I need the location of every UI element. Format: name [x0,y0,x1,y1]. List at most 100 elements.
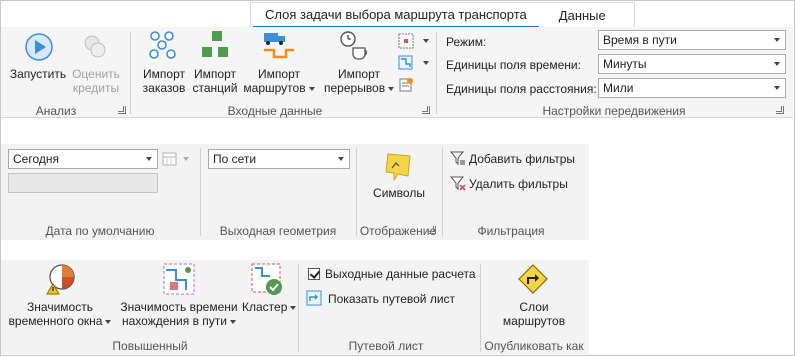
chevron-down-icon [183,157,189,161]
calendar-button[interactable] [162,150,192,168]
import-breaks-button[interactable]: Импорт перерывов [324,30,395,96]
breaks-clock-icon [340,31,367,60]
cluster-button[interactable]: Кластер [242,262,297,328]
time-window-label-1: Значимость [27,300,93,314]
travel-time-label-1: Значимость времени [120,300,238,314]
import-breaks-label-1: Импорт [338,67,380,81]
add-filter-icon [450,151,465,166]
group-label-output-geometry: Выходная геометрия [219,224,337,238]
estimate-credits-button[interactable]: Оценить кредиты [70,32,122,96]
distance-units-select[interactable]: Мили [598,78,786,98]
symbols-button[interactable]: Символы [364,150,434,202]
tab-data[interactable]: Данные [547,2,618,28]
travel-time-icon [163,263,195,295]
chevron-down-icon [229,319,236,324]
default-date-select[interactable]: Сегодня [8,149,158,169]
separator [436,32,437,114]
add-filters-button[interactable]: Добавить фильтры [450,150,580,168]
remove-filter-icon [450,176,466,191]
chevron-down-icon [338,157,344,161]
import-stations-label-2: станций [192,81,238,95]
cluster-label: Кластер [242,300,297,314]
route-layers-label-2: маршрутов [502,314,566,328]
group-label-travel-settings: Настройки передвижения [542,104,686,118]
group-label-analysis: Анализ [35,104,77,118]
import-orders-button[interactable]: Импорт заказов [138,30,190,96]
remove-filters-label: Удалить фильтры [469,177,568,191]
remove-filters-button[interactable]: Удалить фильтры [450,175,580,193]
route-zones-button[interactable] [396,32,432,50]
route-layers-button[interactable]: Слои маршрутов [488,262,580,328]
symbols-icon [385,153,411,182]
travel-time-label-2: нахождения в пути [116,314,242,328]
output-calc-label: Выходные данные расчета [325,267,476,281]
chevron-down-icon [105,319,112,324]
run-button[interactable]: Запустить [8,32,68,96]
group-label-directions: Путевой лист [348,339,424,353]
output-geometry-select[interactable]: По сети [208,149,350,169]
time-window-label-2: временного окна [6,314,114,328]
separator [480,264,481,352]
chevron-down-icon [774,38,780,42]
time-units-select[interactable]: Минуты [598,54,786,74]
play-icon [25,33,53,61]
mode-select[interactable]: Время в пути [598,30,786,50]
route-layers-label-1: Слои [519,300,549,314]
add-filters-label: Добавить фильтры [469,152,576,166]
directions-icon [306,290,322,306]
output-calc-checkbox[interactable] [308,268,320,280]
separator [130,32,131,114]
analysis-launcher-icon[interactable] [118,106,126,114]
import-orders-label-1: Импорт [143,67,185,81]
group-label-default-date: Дата по умолчанию [45,224,155,238]
import-stations-label-1: Импорт [194,67,236,81]
chevron-down-icon [423,61,429,65]
zones-icon [398,33,414,49]
import-breaks-label-2: перерывов [324,81,395,95]
show-directions-button[interactable]: Показать путевой лист [306,290,478,308]
mode-label: Режим: [446,35,487,49]
chevron-down-icon [774,86,780,90]
credits-icon [84,35,106,58]
travel-time-importance-button[interactable]: Значимость времени нахождения в пути [116,262,242,328]
symbols-label: Символы [373,186,425,200]
routes-truck-icon [264,33,294,59]
separator [200,148,201,236]
chevron-down-icon [388,86,395,91]
separator [298,264,299,352]
time-window-importance-button[interactable]: Значимость временного окна [6,262,114,328]
import-routes-label-1: Импорт [258,67,300,81]
orders-icon [149,31,176,59]
distance-units-label: Единицы поля расстояния: [446,82,597,96]
show-directions-label: Показать путевой лист [328,292,456,306]
time-units-label: Единицы поля времени: [446,58,581,72]
chevron-down-icon [774,62,780,66]
import-routes-button[interactable]: Импорт маршрутов [240,30,318,96]
run-label: Запустить [9,67,67,81]
chevron-down-icon [290,305,297,310]
group-label-filtering: Фильтрация [477,224,545,238]
import-routes-label-2: маршрутов [240,81,318,95]
group-label-display: Отображение [359,224,437,238]
chevron-down-icon [423,39,429,43]
estimate-label-1: Оценить [72,67,120,81]
time-input[interactable] [8,173,158,193]
input-data-launcher-icon[interactable] [422,106,430,114]
tab-route-layer[interactable]: Слоя задачи выбора маршрута транспорта [253,2,539,28]
route-renewals-button[interactable] [396,76,432,94]
display-launcher-icon[interactable] [428,226,436,234]
output-calc-checkbox-row[interactable]: Выходные данные расчета [306,266,478,282]
seed-points-icon [398,55,413,70]
group-label-publish: Опубликовать как [484,339,584,353]
import-stations-button[interactable]: Импорт станций [190,30,240,96]
stations-icon [202,31,228,57]
separator [442,148,443,236]
renewals-icon [399,78,413,92]
route-layers-icon [518,264,548,294]
route-seeds-button[interactable] [396,54,432,72]
cluster-icon [251,263,282,295]
group-label-input-data: Входные данные [227,104,323,118]
group-label-advanced: Повышенный [112,339,188,353]
travel-settings-launcher-icon[interactable] [776,106,784,114]
chevron-down-icon [308,86,315,91]
